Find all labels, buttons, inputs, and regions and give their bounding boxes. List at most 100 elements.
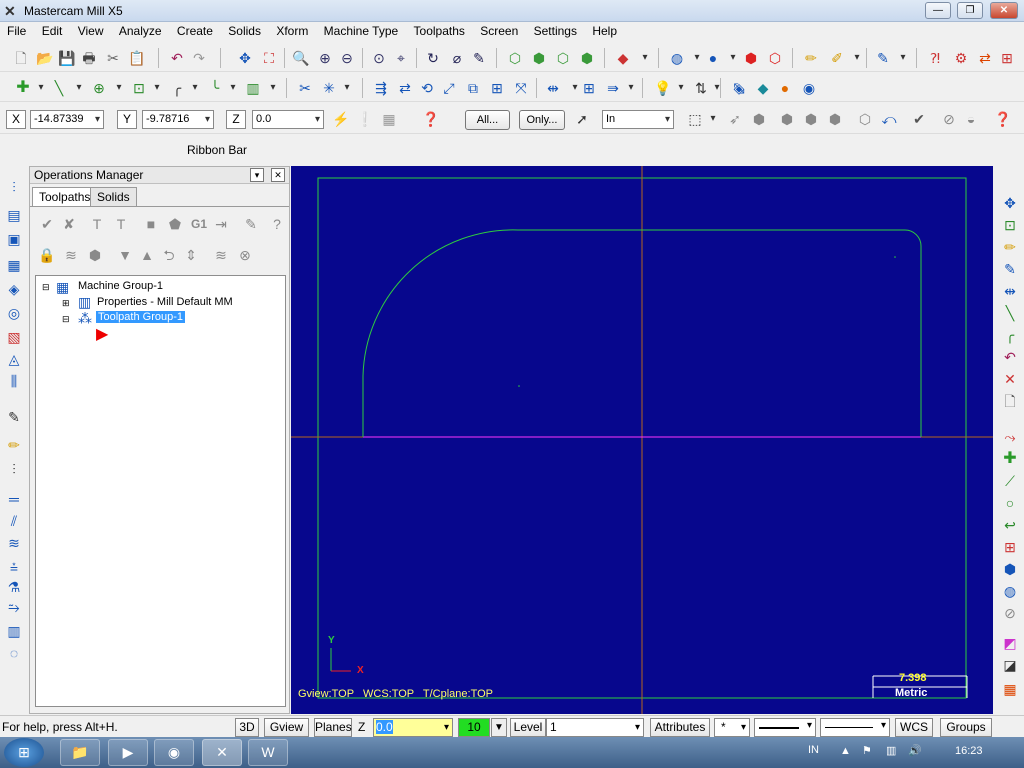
point-dropdown-icon[interactable]: ▾	[32, 79, 50, 97]
machine-group-item[interactable]: Machine Group-1	[78, 280, 163, 292]
trim-dropdown-icon[interactable]: ▾	[338, 79, 356, 97]
break-tool-icon[interactable]: ⇹	[1001, 282, 1019, 300]
select-all-operations-icon[interactable]: ✔	[38, 215, 56, 233]
toolpath-regen-icon[interactable]: ◉	[800, 79, 818, 97]
toolpath-restmill-icon[interactable]: ▥	[5, 622, 23, 640]
menu-analyze[interactable]: Analyze	[112, 22, 167, 38]
toolpath-verify-icon[interactable]: ◈	[730, 79, 748, 97]
level-button[interactable]: Level	[510, 718, 546, 737]
verify-select-icon[interactable]: ➶	[726, 110, 744, 128]
zoom-out-icon[interactable]: ⊖	[338, 49, 356, 67]
save-icon[interactable]: 💾	[58, 49, 76, 67]
tab-solids[interactable]: Solids	[90, 187, 137, 206]
pencil-icon[interactable]: ✏	[802, 49, 820, 67]
shaded-dropdown-icon[interactable]: ▾	[724, 49, 742, 67]
menu-machine-type[interactable]: Machine Type	[317, 22, 404, 38]
help-icon[interactable]: ❓	[422, 110, 440, 128]
surface-dropdown-icon[interactable]: ▾	[264, 79, 282, 97]
select-all-button[interactable]: All...	[465, 110, 510, 130]
toolpath-transform-icon[interactable]: ═	[5, 490, 23, 508]
start-button[interactable]: ⊞	[4, 738, 44, 767]
spline-icon[interactable]: ╰	[206, 79, 224, 97]
collapse-toolpath-group-icon[interactable]: ⊟	[62, 314, 70, 325]
fillet-dropdown-icon[interactable]: ▾	[186, 79, 204, 97]
menu-settings[interactable]: Settings	[527, 22, 582, 38]
menu-screen[interactable]: Screen	[473, 22, 523, 38]
solid-select-icon[interactable]: ⬢	[750, 110, 768, 128]
select-dirty-operations-icon[interactable]: ✘	[60, 215, 78, 233]
analyze-distance-icon[interactable]: ⇹	[544, 79, 562, 97]
paste-icon[interactable]: 📋	[128, 49, 146, 67]
toolpath-face-icon[interactable]: ▦	[5, 256, 23, 274]
toolpath-project-icon[interactable]: ⫽	[5, 512, 23, 530]
toolpath-radial-icon[interactable]: ⩮	[5, 558, 23, 576]
menu-edit[interactable]: Edit	[35, 22, 68, 38]
autocursor-icon[interactable]: ❕	[356, 110, 374, 128]
regenerate-dirty-icon[interactable]: T	[112, 215, 130, 233]
color-swatch[interactable]: 10	[458, 718, 490, 737]
analyze-icon[interactable]: ✎	[470, 49, 488, 67]
light-dropdown-icon[interactable]: ▾	[672, 79, 690, 97]
tab-toolpaths[interactable]: Toolpaths	[32, 187, 98, 206]
toolpath-flowline-icon[interactable]: ⚗	[5, 578, 23, 596]
arc-endpoint-tool-icon[interactable]: ↩	[1001, 516, 1019, 534]
z-depth-input[interactable]: 0.0 ▾	[373, 718, 453, 737]
view-top-icon[interactable]: ⬢	[530, 49, 548, 67]
x-coord-input[interactable]: -14.87339	[30, 110, 104, 129]
zoom-in-icon[interactable]: ⊕	[316, 49, 334, 67]
document-tool-icon[interactable]: 🗋	[1001, 392, 1019, 410]
action-center-icon[interactable]: ⚑	[862, 744, 872, 757]
view-front-icon[interactable]: ⬡	[554, 49, 572, 67]
line-width-select[interactable]: ▾	[820, 718, 890, 737]
move-up-icon[interactable]: ▲	[138, 246, 156, 264]
move-down-icon[interactable]: ▼	[116, 246, 134, 264]
z-coord-input[interactable]: 0.0	[252, 110, 324, 129]
solid-outline-icon[interactable]: ⬡	[766, 49, 784, 67]
xform-mirror-icon[interactable]: ⇄	[396, 79, 414, 97]
firefox-task-icon[interactable]: ◉	[154, 739, 194, 766]
delete-tool-icon[interactable]: ✕	[1001, 370, 1019, 388]
box-dropdown-icon[interactable]: ▾	[636, 49, 654, 67]
back-face-icon[interactable]: ⬡	[856, 110, 874, 128]
xform-rotate-icon[interactable]: ⟲	[418, 79, 436, 97]
palette-tool-icon[interactable]: ▦	[1001, 680, 1019, 698]
post-icon[interactable]: G1	[190, 215, 208, 233]
clock-time[interactable]: 16:23	[955, 745, 983, 757]
toolbar-config-icon[interactable]: ⚙	[952, 49, 970, 67]
pan-icon[interactable]: ✥	[236, 49, 254, 67]
rect-tool-icon[interactable]: ⊡	[1001, 216, 1019, 234]
only-display-selected-icon[interactable]: ≋	[212, 246, 230, 264]
end-selection-icon[interactable]: ✔	[910, 110, 928, 128]
menu-file[interactable]: File	[0, 22, 31, 38]
menu-solids[interactable]: Solids	[221, 22, 266, 38]
mastercam-task-icon[interactable]: ✕	[202, 739, 242, 766]
xform-array-icon[interactable]: ⊞	[488, 79, 506, 97]
backplot-icon[interactable]: ■	[142, 215, 160, 233]
fast-point-icon[interactable]: ⚡	[332, 110, 350, 128]
minimize-button[interactable]: —	[925, 2, 951, 19]
toolpath-engrave-icon[interactable]: ▧	[5, 328, 23, 346]
toolpath-wireframe-icon[interactable]: ✎	[5, 408, 23, 426]
view-right-icon[interactable]: ⬢	[578, 49, 596, 67]
new-file-icon[interactable]: 🗋	[12, 49, 30, 67]
attributes-button[interactable]: Attributes	[650, 718, 710, 737]
menu-create[interactable]: Create	[170, 22, 218, 38]
toolpath-simulate-icon[interactable]: ●	[776, 79, 794, 97]
color-tool-icon[interactable]: ◪	[1001, 656, 1019, 674]
toolpath-pencil-icon[interactable]: ◌	[5, 644, 23, 662]
light-icon[interactable]: 💡	[654, 79, 672, 97]
expand-properties-icon[interactable]: ⊞	[62, 298, 70, 309]
3d-button[interactable]: 3D	[235, 718, 259, 737]
lock-icon[interactable]: 🔒	[38, 246, 56, 264]
edge-select-icon[interactable]: ⬢	[802, 110, 820, 128]
line-style-select[interactable]: ▾	[754, 718, 816, 737]
xform-translate-icon[interactable]: ⇶	[372, 79, 390, 97]
point-style-select[interactable]: * ▾	[714, 718, 750, 737]
surface-icon[interactable]: ▥	[244, 79, 262, 97]
media-player-task-icon[interactable]: ▶	[108, 739, 148, 766]
circle-tool-icon[interactable]: ○	[1001, 494, 1019, 512]
delete-duplicate-icon[interactable]: ⇛	[604, 79, 622, 97]
select-only-button[interactable]: Only...	[519, 110, 565, 130]
rectangle-tool-icon[interactable]: ⊞	[1001, 538, 1019, 556]
chain-icon[interactable]: ⊞	[580, 79, 598, 97]
